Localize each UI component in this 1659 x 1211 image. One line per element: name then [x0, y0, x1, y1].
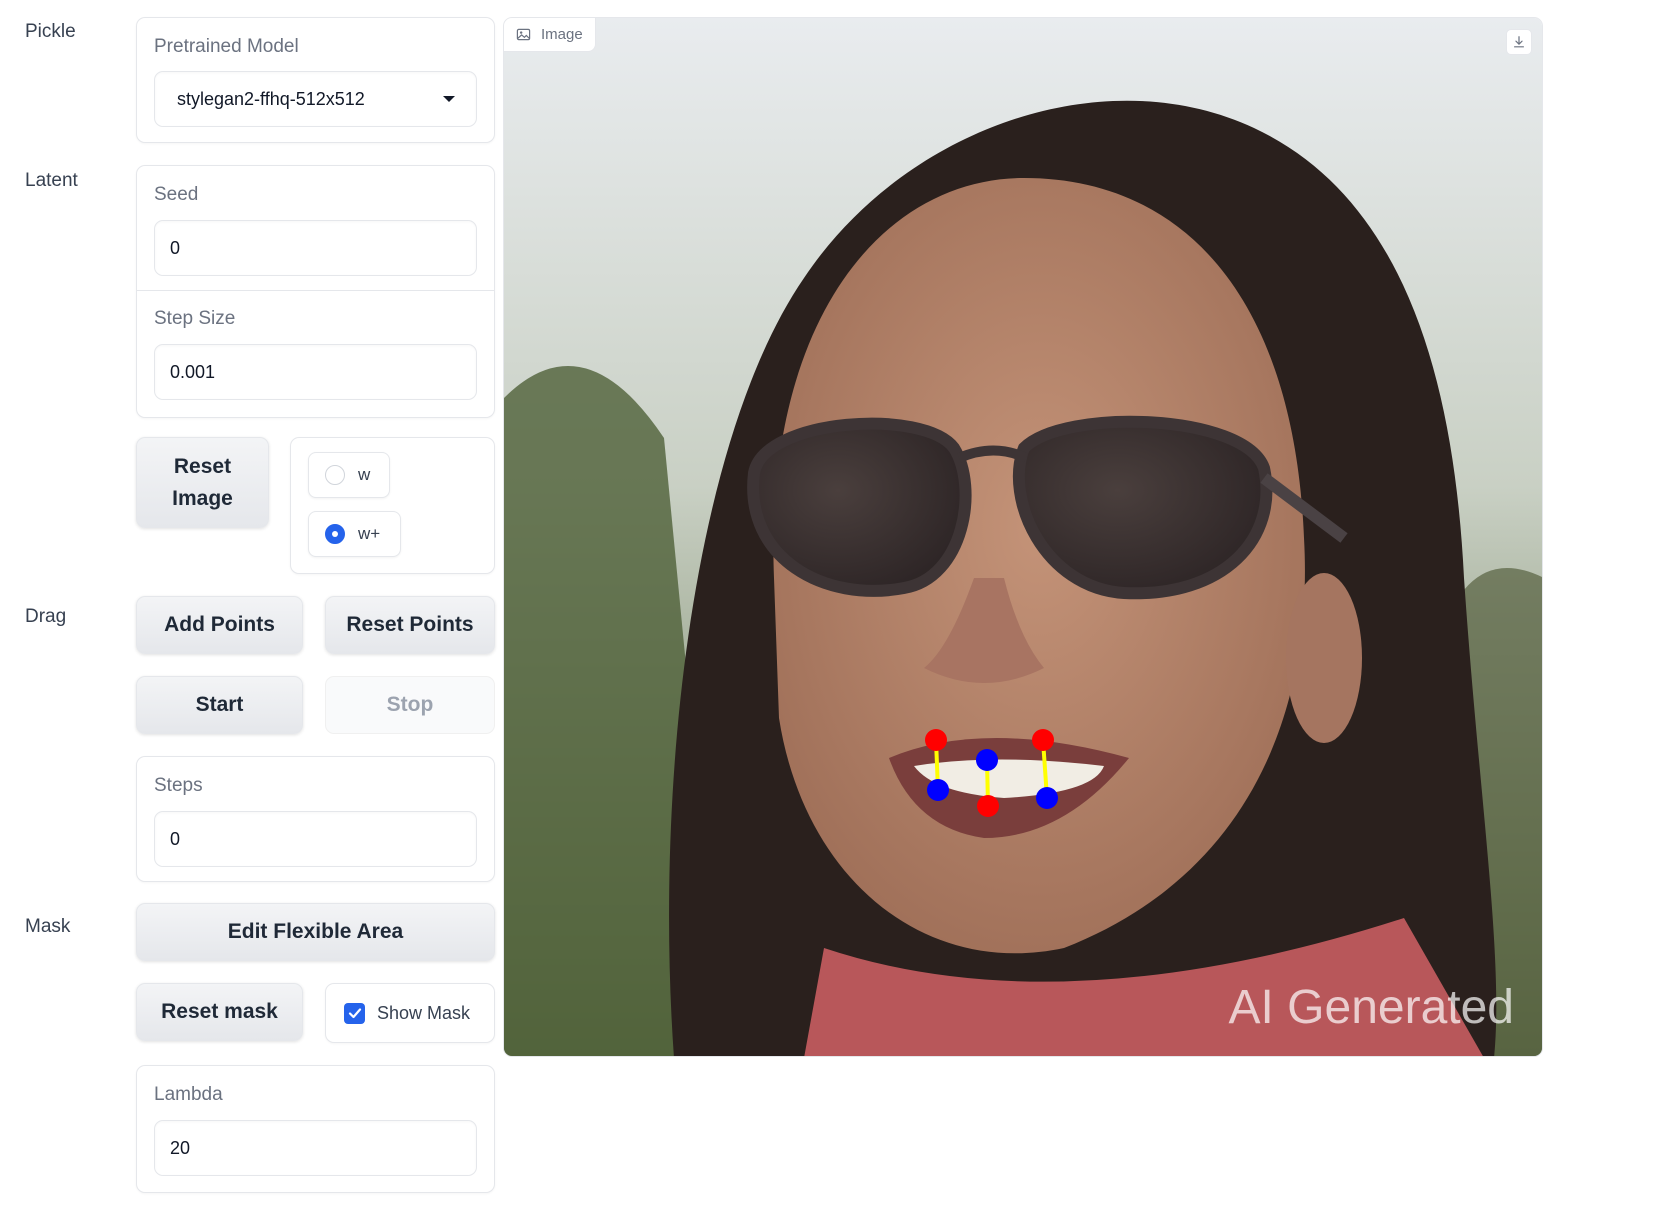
steps-label: Steps: [154, 775, 203, 796]
radio-wplus-indicator: [325, 524, 345, 544]
steps-input[interactable]: 0: [154, 811, 477, 867]
seed-label: Seed: [154, 184, 199, 205]
section-label-drag: Drag: [25, 606, 67, 627]
add-points-button[interactable]: Add Points: [136, 596, 303, 654]
start-button[interactable]: Start: [136, 676, 303, 734]
radio-w-label: w: [358, 465, 371, 484]
radio-option-w[interactable]: w: [308, 452, 390, 498]
handle-point[interactable]: [1032, 729, 1054, 751]
steps-block: Steps 0: [136, 756, 495, 882]
image-output-panel[interactable]: Image AI Generated: [503, 17, 1543, 1057]
sunglasses-right-lens: [1012, 415, 1273, 600]
latent-space-radio-group: w w+: [290, 437, 495, 574]
section-label-mask: Mask: [25, 916, 71, 937]
pretrained-model-label: Pretrained Model: [154, 36, 299, 57]
radio-option-wplus[interactable]: w+: [308, 511, 401, 557]
target-point[interactable]: [927, 779, 949, 801]
download-button[interactable]: [1506, 29, 1532, 55]
show-mask-label: Show Mask: [377, 1002, 471, 1023]
ear: [1286, 573, 1362, 743]
download-icon: [1514, 36, 1524, 48]
target-point[interactable]: [976, 749, 998, 771]
seed-input[interactable]: 0: [154, 220, 477, 276]
show-mask-checkbox-block[interactable]: Show Mask: [325, 983, 495, 1043]
sunglasses-left-lens: [747, 417, 972, 597]
show-mask-checkbox[interactable]: [344, 1002, 365, 1024]
checkmark-icon: [348, 1008, 361, 1019]
image-label-text: Image: [541, 26, 583, 43]
lambda-label: Lambda: [154, 1084, 223, 1105]
lambda-input[interactable]: 20: [154, 1120, 477, 1176]
latent-divider: [137, 290, 494, 291]
reset-mask-button[interactable]: Reset mask: [136, 983, 303, 1041]
step-size-input[interactable]: 0.001: [154, 344, 477, 400]
latent-block: Seed 0 Step Size 0.001: [136, 165, 495, 418]
radio-w-indicator: [325, 465, 345, 485]
pretrained-model-block: Pretrained Model stylegan2-ffhq-512x512: [136, 17, 495, 143]
lambda-block: Lambda 20: [136, 1065, 495, 1193]
section-label-pickle: Pickle: [25, 21, 76, 42]
stop-button[interactable]: Stop: [325, 676, 495, 734]
image-label-tag: Image: [504, 18, 596, 52]
edit-flexible-area-button[interactable]: Edit Flexible Area: [136, 903, 495, 961]
ai-generated-watermark: AI Generated: [1228, 981, 1514, 1034]
reset-points-button[interactable]: Reset Points: [325, 596, 495, 654]
handle-point[interactable]: [977, 795, 999, 817]
pretrained-model-value: stylegan2-ffhq-512x512: [177, 88, 365, 109]
generated-face-image[interactable]: AI Generated: [504, 18, 1543, 1057]
dropdown-caret-icon: [443, 96, 455, 102]
target-point[interactable]: [1036, 787, 1058, 809]
image-icon: [516, 28, 531, 41]
step-size-label: Step Size: [154, 308, 236, 329]
handle-point[interactable]: [925, 729, 947, 751]
section-label-latent: Latent: [25, 170, 78, 191]
radio-wplus-label: w+: [358, 524, 381, 543]
pretrained-model-dropdown[interactable]: stylegan2-ffhq-512x512: [154, 71, 477, 127]
reset-image-button[interactable]: Reset Image: [136, 437, 269, 528]
